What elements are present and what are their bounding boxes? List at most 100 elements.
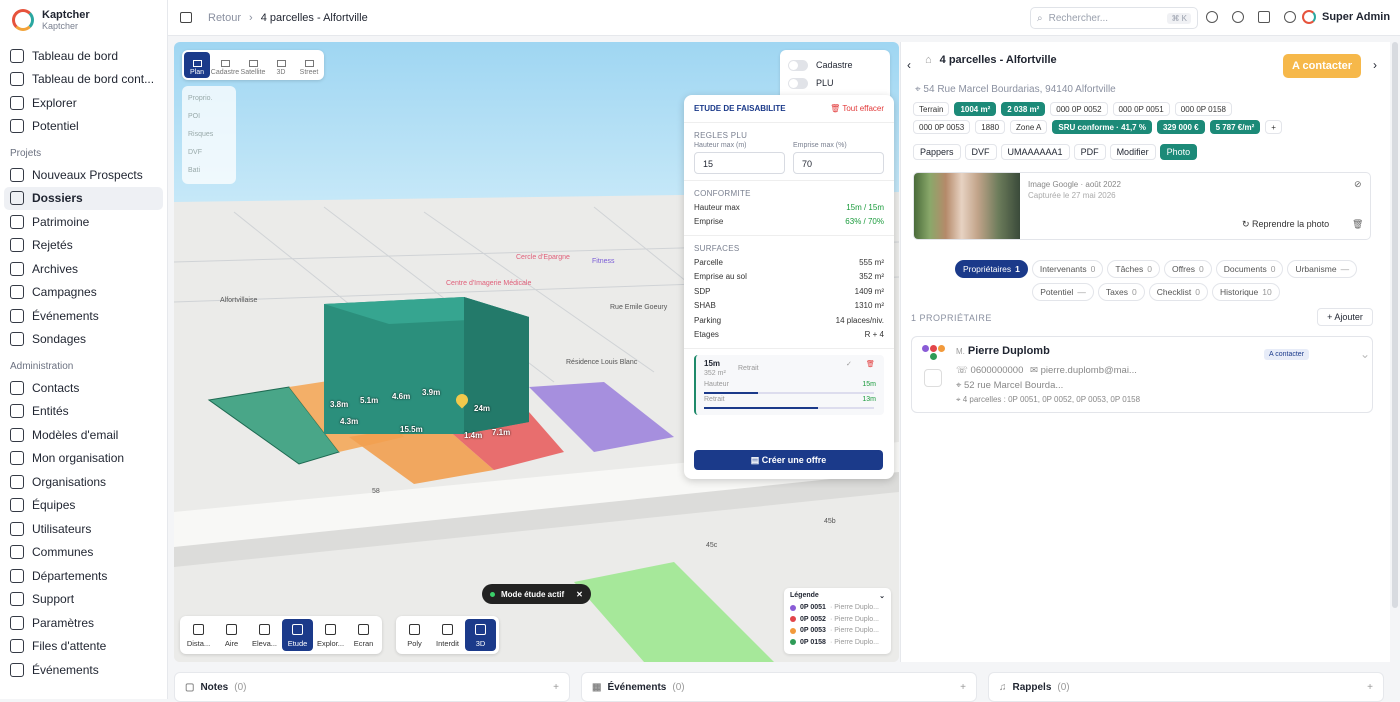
sidebar-item[interactable]: Nouveaux Prospects [4,163,163,187]
detail-tab[interactable]: Tâches 0 [1107,260,1160,278]
detail-tab[interactable]: Intervenants 0 [1031,260,1104,278]
events-section[interactable]: ▦ Événements (0) + [581,672,977,702]
detail-tab[interactable]: Taxes 0 [1097,283,1145,301]
detail-tab[interactable]: Offres 0 [1163,260,1212,278]
draw-tool-button[interactable]: Interdit [432,619,463,651]
sidebar-item[interactable]: Potentiel [4,115,163,139]
sidebar-item[interactable]: Modèles d'email [4,423,163,447]
status-button[interactable]: A contacter [1283,54,1361,78]
create-offer-button[interactable]: ▤ Créer une offre [694,450,883,470]
map-tab[interactable]: Cadastre [211,52,239,78]
sidebar-item[interactable]: Dossiers [4,186,163,210]
sidebar-item[interactable]: Explorer [4,91,163,115]
detail-tab[interactable]: Urbanisme — [1287,260,1358,278]
action-button[interactable]: PDF [1073,144,1106,160]
sun-icon[interactable] [1232,11,1244,23]
app-logo[interactable]: Kaptcher Kaptcher [0,0,167,40]
check-icon[interactable]: ✓ [846,360,852,368]
map-tool-button[interactable]: Dista... [183,619,214,651]
user-menu[interactable]: Super Admin [1302,10,1390,24]
sidebar-item[interactable]: Tableau de bord cont... [4,68,163,92]
sidebar-item[interactable]: Communes [4,541,163,565]
chevron-down-icon[interactable]: ⌄ [879,592,885,600]
owner-card[interactable]: M. Pierre Duplomb A contacter ⌄ ☏ 0600000… [911,336,1373,413]
sidebar-item[interactable]: Rejetés [4,234,163,258]
map-tool-button[interactable]: Ecran [348,619,379,651]
bell-icon[interactable] [1284,11,1296,23]
detail-tab[interactable]: Documents 0 [1215,260,1284,278]
map-tab[interactable]: Plan [184,52,210,78]
chevron-left-icon[interactable]: ‹ [907,58,911,72]
clear-all-button[interactable]: 🗑 Tout effacer [830,104,884,113]
search-input[interactable]: ⌕ Rechercher... ⌘ K [1030,7,1198,29]
action-button[interactable]: DVF [964,144,997,160]
notes-section[interactable]: ▢ Notes (0) + [174,672,570,702]
footprint-input[interactable]: 70 [793,152,884,174]
detail-tab[interactable]: Propriétaires 1 [954,260,1028,278]
height-input[interactable]: 15 [694,152,785,174]
sidebar-item[interactable]: Utilisateurs [4,517,163,541]
chevron-right-icon[interactable]: › [1373,58,1377,72]
map-tab[interactable]: Street [296,52,322,78]
sidebar-item[interactable]: Contacts [4,376,163,400]
add-owner-button[interactable]: + Ajouter [1317,308,1373,326]
sidebar-item[interactable]: Support [4,588,163,612]
action-button[interactable]: Photo [1159,144,1198,160]
close-icon[interactable]: ✕ [576,590,583,599]
draw-tool-button[interactable]: 3D [465,619,496,651]
lightbulb-icon[interactable] [1206,11,1218,23]
list-check-icon[interactable] [1258,11,1270,23]
detail-tab[interactable]: Checklist 0 [1148,283,1208,301]
map-view[interactable]: 3.8m 5.1m 4.6m 3.9m 24m 4.3m 15.5m 1.4m … [174,42,899,662]
add-event-icon[interactable]: + [960,682,966,693]
map-tool-button[interactable]: Explor... [315,619,346,651]
layer-item[interactable]: DVF [188,144,230,162]
sidebar-item[interactable]: Patrimoine [4,210,163,234]
legend-header[interactable]: Légende ⌄ [790,592,885,600]
layer-item[interactable]: Risques [188,126,230,144]
draw-tool-button[interactable]: Poly [399,619,430,651]
sidebar-item[interactable]: Entités [4,400,163,424]
reminders-section[interactable]: ♫ Rappels (0) + [988,672,1384,702]
sidebar-item[interactable]: Archives [4,257,163,281]
map-tab[interactable]: 3D [268,52,294,78]
layer-item[interactable]: POI [188,108,230,126]
add-note-icon[interactable]: + [553,682,559,693]
map-tool-button[interactable]: Aire [216,619,247,651]
street-photo[interactable] [914,173,1020,239]
sidebar-item[interactable]: Équipes [4,494,163,518]
detail-tab[interactable]: Potentiel — [1032,283,1094,301]
detail-tab[interactable]: Historique 10 [1212,283,1280,301]
map-tool-button[interactable]: Eleva... [249,619,280,651]
scrollbar[interactable] [1392,42,1398,608]
height-slider[interactable] [704,392,874,394]
map-tab[interactable]: Satellite [240,52,266,78]
layer-item[interactable]: Proprio. [188,90,230,108]
retake-photo-button[interactable]: ↻ Reprendre la photo [1242,219,1329,230]
map-tool-button[interactable]: Etude [282,619,313,651]
sidebar-item[interactable]: Tableau de bord [4,44,163,68]
sidebar-item[interactable]: Paramètres [4,611,163,635]
trash-icon[interactable]: 🗑 [866,360,875,368]
chevron-down-icon[interactable]: ⌄ [1360,347,1370,361]
sidebar-item[interactable]: Événements [4,658,163,682]
sidebar-item[interactable]: Mon organisation [4,447,163,471]
toggle-cadastre[interactable]: Cadastre [788,56,882,74]
sidebar-item[interactable]: Files d'attente [4,635,163,659]
toggle-plu[interactable]: PLU [788,74,882,92]
sidebar-item[interactable]: Départements [4,564,163,588]
action-button[interactable]: Modifier [1109,144,1156,160]
sidebar-item[interactable]: Sondages [4,328,163,352]
trash-icon[interactable]: 🗑 [1352,219,1363,230]
sidebar-toggle-icon[interactable] [180,12,192,23]
switch[interactable] [788,77,808,89]
breadcrumb-back[interactable]: Retour [208,12,241,24]
action-button[interactable]: UMAAAAAA1 [1000,144,1070,160]
sidebar-item[interactable]: Campagnes [4,281,163,305]
eye-off-icon[interactable]: ⊘ [1354,179,1362,190]
volume-card[interactable]: 15m 352 m² Retrait ✓ 🗑 Hauteur 15m Retra… [694,355,884,415]
retrait-slider[interactable] [704,407,874,409]
switch[interactable] [788,59,808,71]
sidebar-item[interactable]: Événements [4,304,163,328]
layer-item[interactable]: Bati [188,162,230,180]
